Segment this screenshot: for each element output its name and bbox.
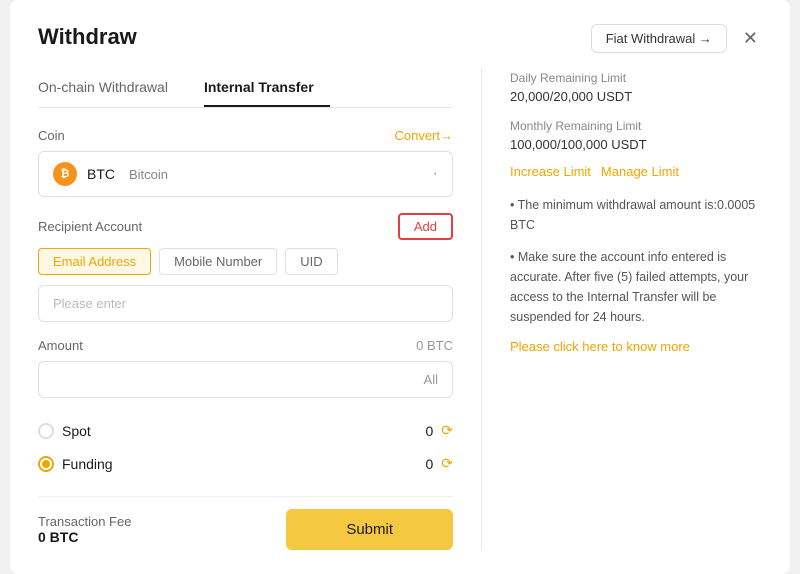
- right-panel: Daily Remaining Limit 20,000/20,000 USDT…: [482, 69, 762, 550]
- funding-label: Funding: [62, 456, 113, 472]
- bottom-row: Transaction Fee 0 BTC Submit: [38, 496, 453, 550]
- recipient-label: Recipient Account: [38, 219, 142, 234]
- submit-button[interactable]: Submit: [286, 509, 453, 550]
- amount-label: Amount: [38, 338, 83, 353]
- amount-input-wrapper: All: [38, 361, 453, 398]
- monthly-limit-value: 100,000/100,000 USDT: [510, 135, 762, 155]
- wallet-spot-left: Spot: [38, 423, 91, 439]
- funding-radio[interactable]: [38, 456, 54, 472]
- add-button[interactable]: Add: [398, 213, 453, 240]
- amount-balance: 0 BTC: [416, 338, 453, 353]
- recipient-section: Recipient Account Add Email Address Mobi…: [38, 213, 453, 322]
- spot-label: Spot: [62, 423, 91, 439]
- wallet-funding-left: Funding: [38, 456, 113, 472]
- amount-all-button[interactable]: All: [410, 372, 452, 387]
- wallet-spot-row: Spot 0 ⟳: [38, 414, 453, 447]
- spot-balance: 0: [425, 423, 433, 439]
- modal-header: Withdraw Fiat Withdrawal → ✕: [38, 24, 762, 53]
- coin-info: ₿ BTC Bitcoin: [53, 162, 168, 186]
- left-panel: On-chain Withdrawal Internal Transfer Co…: [38, 69, 482, 550]
- convert-link[interactable]: Convert→: [394, 128, 453, 143]
- note2: • Make sure the account info entered is …: [510, 247, 762, 327]
- coin-icon: ₿: [53, 162, 77, 186]
- tab-bar: On-chain Withdrawal Internal Transfer: [38, 69, 453, 108]
- tab-onchain[interactable]: On-chain Withdrawal: [38, 69, 184, 107]
- daily-limit-label: Daily Remaining Limit: [510, 69, 762, 87]
- spot-balance-row: 0 ⟳: [425, 422, 453, 439]
- funding-balance: 0: [425, 456, 433, 472]
- monthly-limit-item: Monthly Remaining Limit 100,000/100,000 …: [510, 117, 762, 155]
- funding-balance-row: 0 ⟳: [425, 455, 453, 472]
- tx-fee-section: Transaction Fee 0 BTC: [38, 514, 131, 545]
- recipient-tab-bar: Email Address Mobile Number UID: [38, 248, 453, 275]
- header-right: Fiat Withdrawal → ✕: [591, 24, 762, 53]
- info-section: Daily Remaining Limit 20,000/20,000 USDT…: [510, 69, 762, 354]
- coin-label: Coin: [38, 128, 65, 143]
- spot-radio[interactable]: [38, 423, 54, 439]
- coin-symbol: BTC: [87, 166, 115, 182]
- funding-refresh-icon[interactable]: ⟳: [441, 455, 453, 472]
- limit-actions: Increase Limit Manage Limit: [510, 164, 762, 179]
- daily-limit-value: 20,000/20,000 USDT: [510, 87, 762, 107]
- funding-radio-inner: [42, 460, 50, 468]
- recipient-header: Recipient Account Add: [38, 213, 453, 240]
- coin-dropdown-icon: ·: [433, 165, 438, 183]
- tx-fee-value: 0 BTC: [38, 529, 131, 545]
- increase-limit-link[interactable]: Increase Limit: [510, 164, 591, 179]
- coin-label-row: Coin Convert→: [38, 128, 453, 143]
- tab-uid[interactable]: UID: [285, 248, 337, 275]
- tab-internal-transfer[interactable]: Internal Transfer: [204, 69, 330, 107]
- coin-section: Coin Convert→ ₿ BTC Bitcoin ·: [38, 128, 453, 197]
- tab-email-address[interactable]: Email Address: [38, 248, 151, 275]
- modal-body: On-chain Withdrawal Internal Transfer Co…: [38, 69, 762, 550]
- fiat-withdrawal-button[interactable]: Fiat Withdrawal →: [591, 24, 727, 53]
- tx-fee-label: Transaction Fee: [38, 514, 131, 529]
- withdraw-modal: Withdraw Fiat Withdrawal → ✕ On-chain Wi…: [10, 0, 790, 574]
- modal-title: Withdraw: [38, 24, 137, 50]
- close-button[interactable]: ✕: [739, 24, 762, 53]
- amount-section: Amount 0 BTC All: [38, 338, 453, 398]
- know-more-link[interactable]: Please click here to know more: [510, 339, 690, 354]
- amount-input[interactable]: [39, 362, 410, 397]
- recipient-input[interactable]: [38, 285, 453, 322]
- amount-label-row: Amount 0 BTC: [38, 338, 453, 353]
- wallet-section: Spot 0 ⟳ Funding 0: [38, 414, 453, 480]
- manage-limit-link[interactable]: Manage Limit: [601, 164, 679, 179]
- coin-fullname: Bitcoin: [129, 167, 168, 182]
- tab-mobile-number[interactable]: Mobile Number: [159, 248, 277, 275]
- wallet-funding-row: Funding 0 ⟳: [38, 447, 453, 480]
- note1: • The minimum withdrawal amount is:0.000…: [510, 195, 762, 235]
- daily-limit-item: Daily Remaining Limit 20,000/20,000 USDT: [510, 69, 762, 107]
- spot-refresh-icon[interactable]: ⟳: [441, 422, 453, 439]
- coin-selector[interactable]: ₿ BTC Bitcoin ·: [38, 151, 453, 197]
- monthly-limit-label: Monthly Remaining Limit: [510, 117, 762, 135]
